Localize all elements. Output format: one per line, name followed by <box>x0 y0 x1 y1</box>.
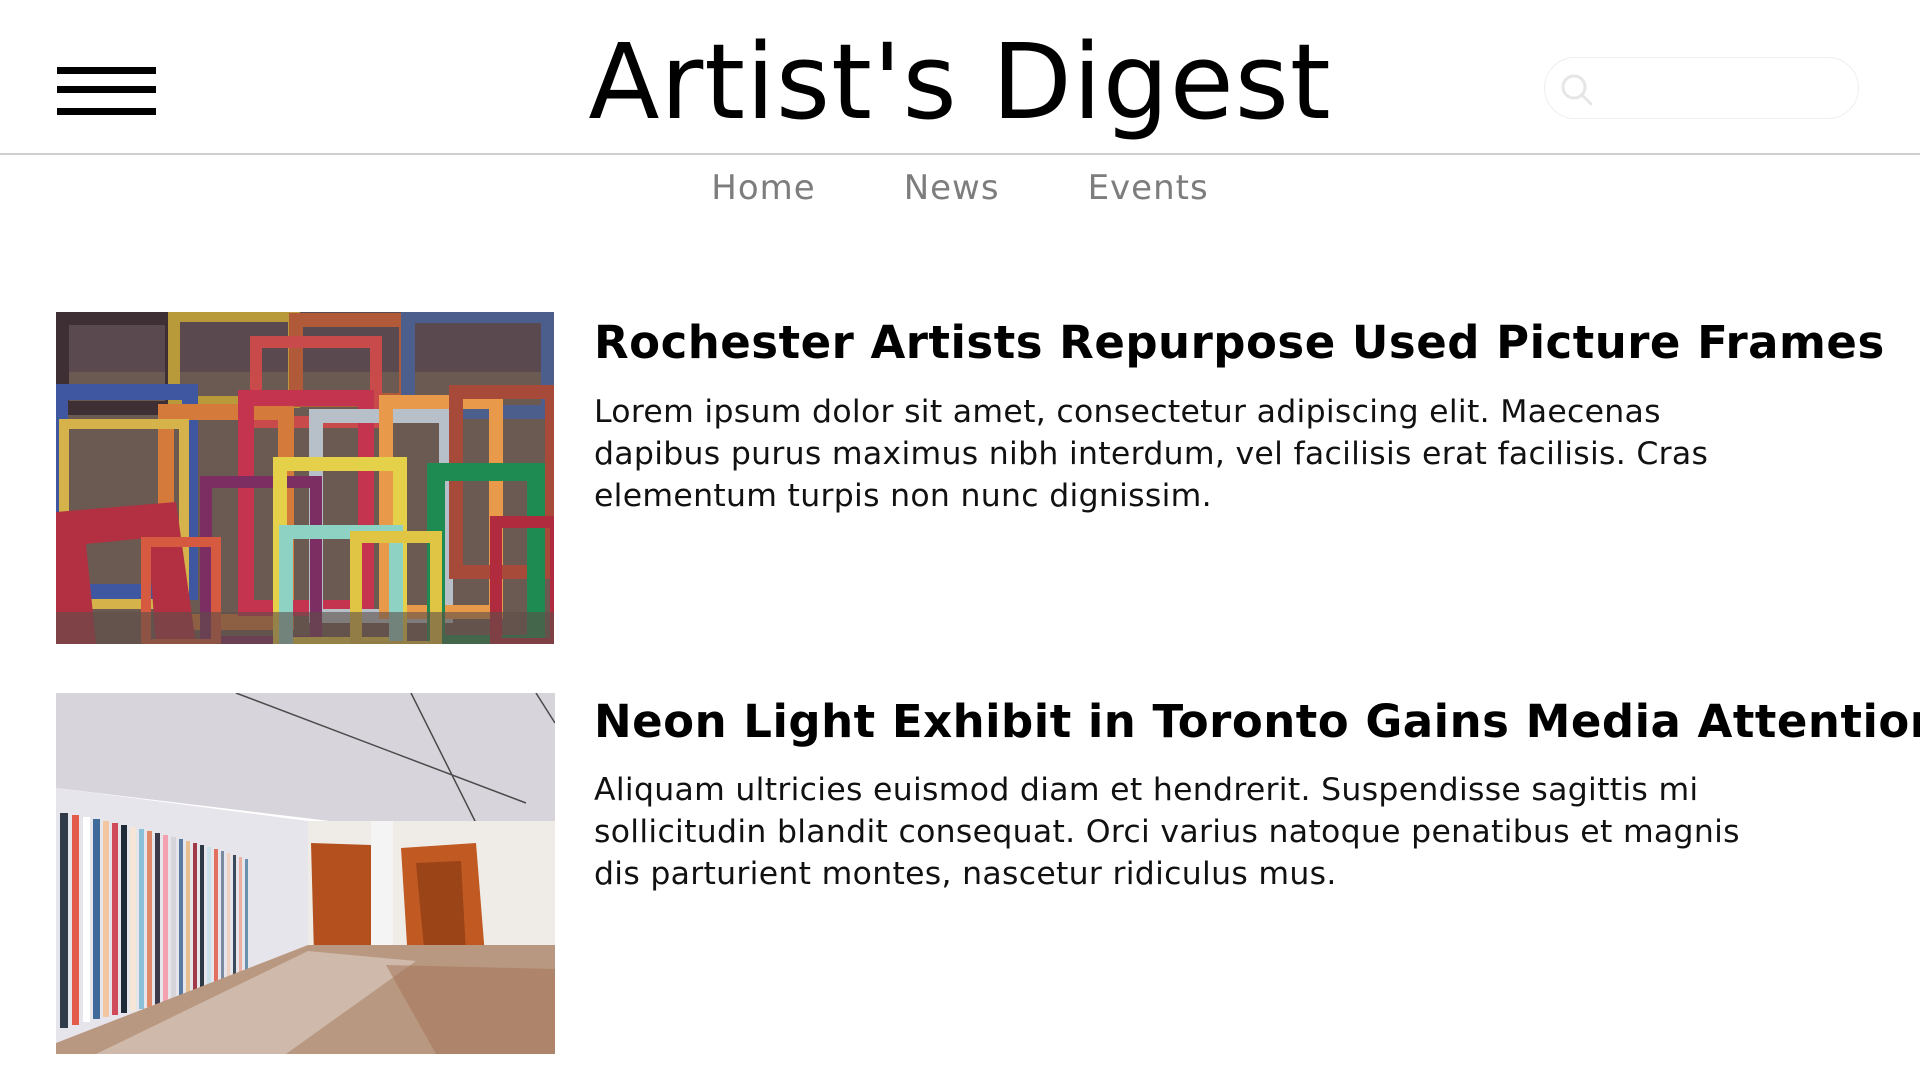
article-title[interactable]: Rochester Artists Repurpose Used Picture… <box>594 316 1894 369</box>
article-thumbnail-frames[interactable] <box>56 312 554 644</box>
nav-link-events[interactable]: Events <box>1088 168 1209 208</box>
nav-link-home[interactable]: Home <box>711 168 815 208</box>
article-excerpt: Aliquam ultricies euismod diam et hendre… <box>594 772 1740 892</box>
article-excerpt: Lorem ipsum dolor sit amet, consectetur … <box>594 394 1709 514</box>
search-icon[interactable] <box>1559 72 1595 108</box>
article-thumbnail-gallery[interactable] <box>56 693 555 1054</box>
picture-frames-image <box>56 312 554 644</box>
search-input[interactable] <box>1603 68 1843 108</box>
nav-link-news[interactable]: News <box>904 168 1000 208</box>
search-box[interactable] <box>1544 57 1859 119</box>
main-nav: Home News Events <box>0 168 1920 208</box>
neon-gallery-image <box>56 693 555 1054</box>
site-header: Artist's Digest <box>0 0 1920 155</box>
article-title[interactable]: Neon Light Exhibit in Toronto Gains Medi… <box>594 695 1920 748</box>
